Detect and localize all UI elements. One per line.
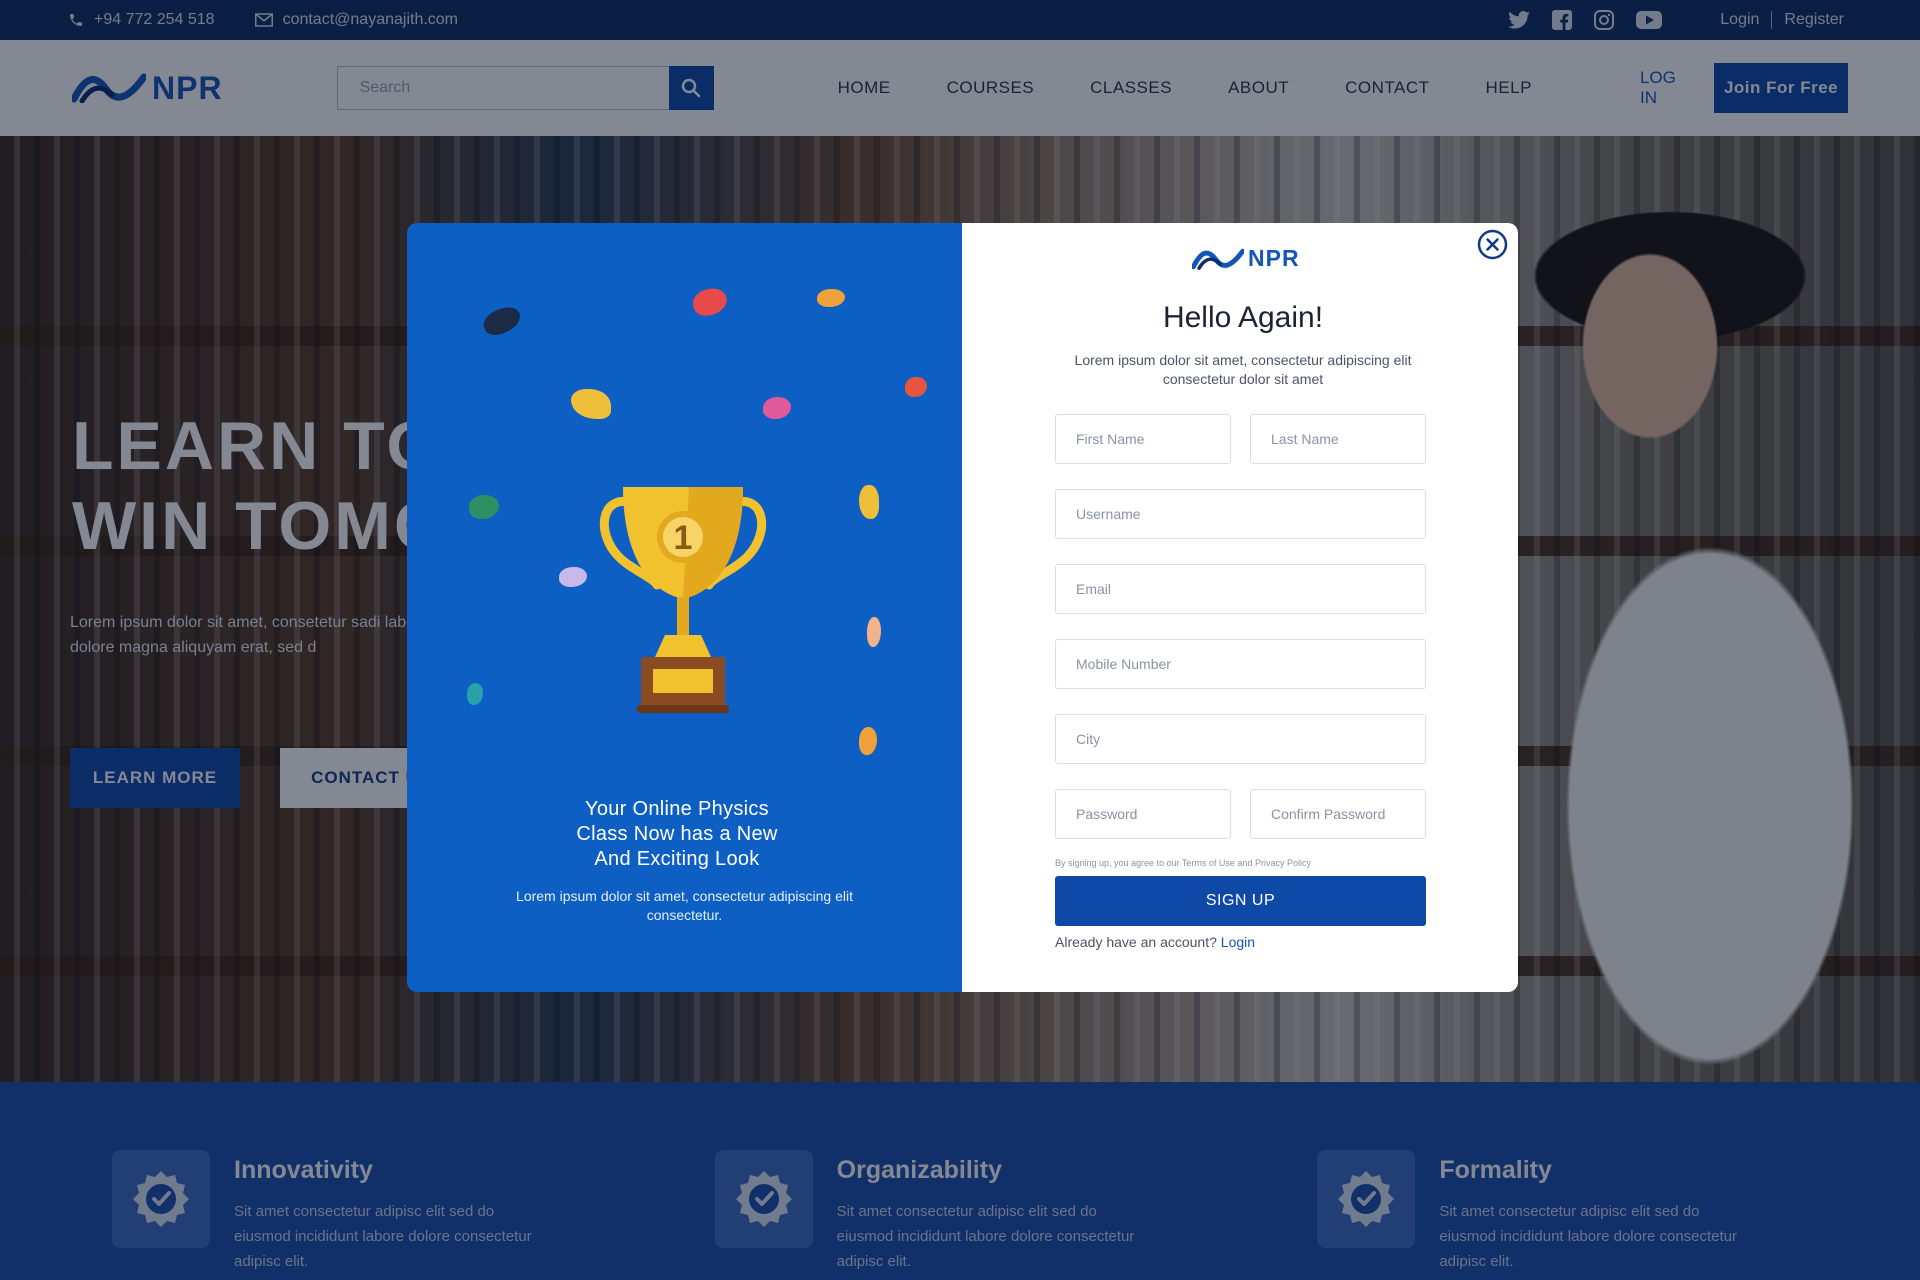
login-prompt: Already have an account? Login bbox=[1055, 934, 1255, 950]
terms-notice: By signing up, you agree to our Terms of… bbox=[1055, 858, 1311, 868]
confetti-blob bbox=[905, 377, 927, 397]
password-field[interactable] bbox=[1055, 789, 1231, 839]
city-field[interactable] bbox=[1055, 714, 1426, 764]
promo-heading: Your Online Physics Class Now has a New … bbox=[576, 798, 778, 870]
promo-description: Lorem ipsum dolor sit amet, consectetur … bbox=[516, 888, 853, 923]
confetti-blob bbox=[571, 389, 611, 419]
confetti-blob bbox=[469, 495, 499, 519]
modal-form-panel: NPR Hello Again! Lorem ipsum dolor sit a… bbox=[962, 223, 1518, 992]
first-name-field[interactable] bbox=[1055, 414, 1231, 464]
confetti-blob bbox=[867, 617, 881, 647]
sign-up-button[interactable]: SIGN UP bbox=[1055, 876, 1426, 926]
mobile-number-field[interactable] bbox=[1055, 639, 1426, 689]
modal-promo-panel: 1 Your Online Physics Class Now has a Ne… bbox=[407, 223, 962, 992]
confetti-blob bbox=[763, 397, 791, 419]
modal-lead-text: Lorem ipsum dolor sit amet, consectetur … bbox=[1074, 352, 1412, 387]
modal-logo: NPR bbox=[1192, 245, 1300, 272]
signup-modal: 1 Your Online Physics Class Now has a Ne… bbox=[407, 223, 1518, 992]
login-prompt-text: Already have an account? bbox=[1055, 934, 1217, 950]
close-icon[interactable] bbox=[1477, 229, 1508, 260]
svg-text:1: 1 bbox=[674, 519, 693, 557]
modal-title: Hello Again! bbox=[1162, 301, 1324, 334]
confetti-blob bbox=[480, 303, 524, 339]
confetti-blob bbox=[817, 289, 845, 307]
confetti-blob bbox=[859, 727, 877, 755]
logo-wave-icon bbox=[1192, 248, 1244, 270]
confetti-blob bbox=[859, 485, 879, 519]
confetti-blob bbox=[559, 567, 587, 587]
last-name-field[interactable] bbox=[1250, 414, 1426, 464]
trophy-icon: 1 bbox=[599, 487, 767, 713]
logo-text: NPR bbox=[1248, 245, 1300, 271]
username-field[interactable] bbox=[1055, 489, 1426, 539]
confetti-blob bbox=[467, 683, 483, 705]
confetti-blob bbox=[691, 286, 729, 318]
modal-login-link[interactable]: Login bbox=[1221, 934, 1255, 950]
confirm-password-field[interactable] bbox=[1250, 789, 1426, 839]
email-field[interactable] bbox=[1055, 564, 1426, 614]
